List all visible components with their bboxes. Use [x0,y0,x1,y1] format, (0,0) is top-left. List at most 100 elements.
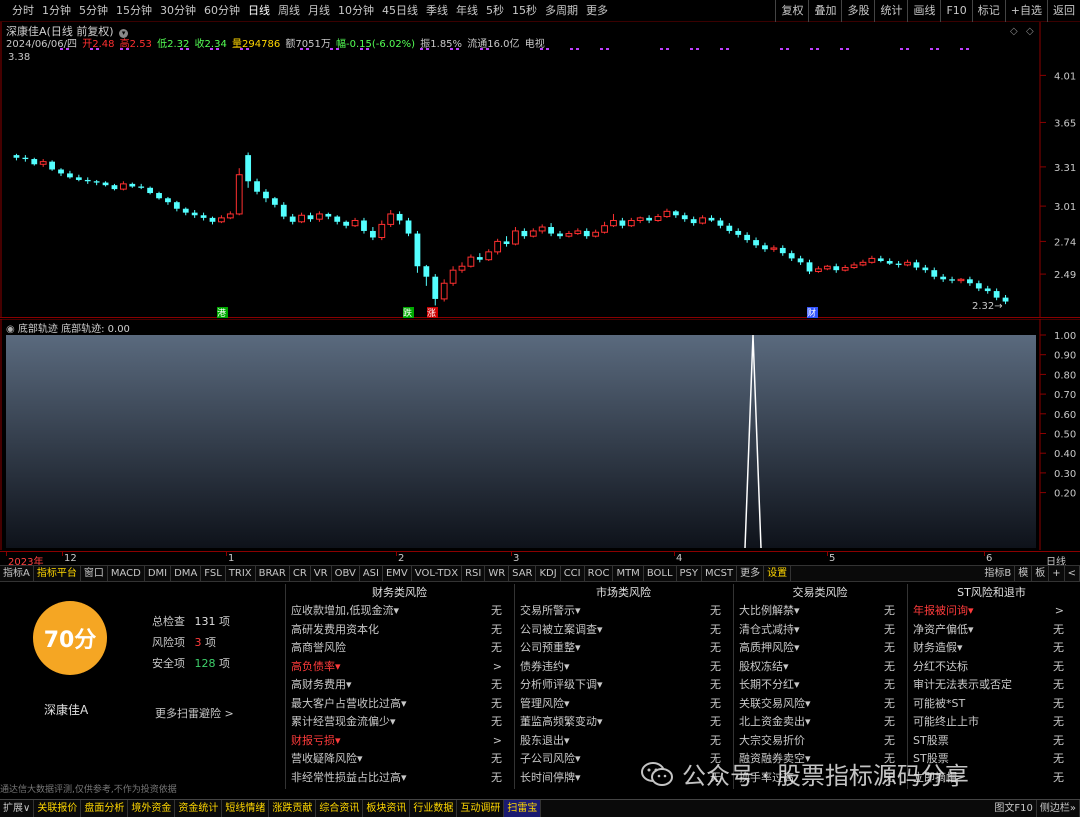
indicator-tab-18[interactable]: KDJ [536,565,561,582]
toolbar-button-8[interactable]: 返回 [1047,0,1080,22]
indicator-tab-4[interactable]: DMI [145,565,172,582]
bottom-tab-4[interactable]: 资金统计 [175,800,223,817]
indicator-tab-14[interactable]: VOL-TDX [412,565,463,582]
bottom-tab-6[interactable]: 涨跌贡献 [269,800,317,817]
risk-item[interactable]: 应收款增加,低现金流▾ 无 [287,602,512,621]
risk-item[interactable]: 财报亏损▾ > [287,732,512,751]
period-0[interactable]: 分时 [8,0,38,22]
risk-item[interactable]: 高质押风险▾ 无 [735,639,905,658]
risk-item[interactable]: 北上资金卖出▾ 无 [735,713,905,732]
indicator-tab-right-2[interactable]: 板 [1032,566,1050,582]
indicator-tab-19[interactable]: CCI [561,565,585,582]
risk-item[interactable]: 年报被问询▾ > [909,602,1074,621]
risk-item[interactable]: 非经常性损益占比过高▾ 无 [287,769,512,788]
indicator-tab-22[interactable]: BOLL [644,565,677,582]
bottom-tab-0[interactable]: 扩展∨ [0,800,35,817]
risk-item[interactable]: 可能终止上市 无 [909,713,1074,732]
risk-item[interactable]: 清仓式减持▾ 无 [735,621,905,640]
indicator-gear-icon[interactable]: ◉ [6,324,15,335]
indicator-tab-right-3[interactable]: + [1049,566,1065,582]
indicator-tab-2[interactable]: 窗口 [81,565,108,582]
period-5[interactable]: 60分钟 [200,0,244,22]
toolbar-button-0[interactable]: 复权 [775,0,808,22]
indicator-tab-1[interactable]: 指标平台 [34,565,81,582]
indicator-tab-24[interactable]: MCST [702,565,738,582]
toolbar-button-2[interactable]: 多股 [841,0,874,22]
indicator-tab-right-0[interactable]: 指标B [981,566,1016,582]
risk-item[interactable]: 高商誉风险 无 [287,639,512,658]
period-3[interactable]: 15分钟 [112,0,156,22]
period-7[interactable]: 周线 [274,0,304,22]
toolbar-button-6[interactable]: 标记 [971,0,1005,22]
risk-item[interactable]: 财务造假▾ 无 [909,639,1074,658]
indicator-tab-16[interactable]: WR [485,565,510,582]
indicator-tab-15[interactable]: RSI [462,565,486,582]
risk-item[interactable]: 高财务费用▾ 无 [287,676,512,695]
kline-chart[interactable]: 4.01 3.65 3.31 3.01 2.74 2.49 3.38 2.32→ 港 跌 涨 财 ◇ ◇ [0,22,1080,318]
indicator-tab-3[interactable]: MACD [108,565,145,582]
indicator-chart[interactable]: 1.00 0.90 0.80 0.70 0.60 0.50 0.40 0.30 0.20 [0,319,1080,550]
risk-item[interactable]: 营收疑降风险▾ 无 [287,750,512,769]
risk-item[interactable]: 股权冻结▾ 无 [735,658,905,677]
indicator-tab-20[interactable]: ROC [585,565,614,582]
indicator-tab-5[interactable]: DMA [171,565,202,582]
bottom-tab-9[interactable]: 行业数据 [410,800,458,817]
risk-item[interactable]: 公司被立案调查▾ 无 [516,621,731,640]
risk-item[interactable]: 交易所警示▾ 无 [516,602,731,621]
bottom-tab-11[interactable]: 扫雷宝 [504,800,542,817]
period-4[interactable]: 30分钟 [156,0,200,22]
indicator-tab-9[interactable]: CR [290,565,311,582]
indicator-tab-7[interactable]: TRIX [226,565,256,582]
risk-item[interactable]: 债券违约▾ 无 [516,658,731,677]
risk-item[interactable]: 最大客户占营收比过高▾ 无 [287,695,512,714]
toolbar-button-1[interactable]: 叠加 [808,0,841,22]
risk-item[interactable]: 分红不达标 无 [909,658,1074,677]
period-13[interactable]: 5秒 [482,0,508,22]
risk-item[interactable]: 长期不分红▾ 无 [735,676,905,695]
indicator-tab-25[interactable]: 更多 [737,565,765,582]
period-2[interactable]: 5分钟 [75,0,112,22]
indicator-tab-6[interactable]: FSL [201,565,226,582]
risk-item[interactable]: 可能被*ST 无 [909,695,1074,714]
risk-item[interactable]: 公司预重整▾ 无 [516,639,731,658]
risk-item[interactable]: 关联交易风险▾ 无 [735,695,905,714]
bottom-tab-3[interactable]: 境外资金 [128,800,176,817]
toolbar-button-7[interactable]: +自选 [1004,0,1047,22]
bottom-right-0[interactable]: 图文F10 [991,800,1037,817]
bottom-tab-10[interactable]: 互动调研 [457,800,505,817]
indicator-tab-right-1[interactable]: 模 [1015,566,1033,582]
bottom-tab-2[interactable]: 盘面分析 [81,800,129,817]
indicator-tab-right-4[interactable]: < [1065,566,1080,582]
period-8[interactable]: 月线 [304,0,334,22]
period-12[interactable]: 年线 [452,0,482,22]
risk-item[interactable]: 高负债率▾ > [287,658,512,677]
toolbar-button-3[interactable]: 统计 [874,0,907,22]
indicator-tab-11[interactable]: OBV [332,565,360,582]
indicator-tab-17[interactable]: SAR [509,565,537,582]
toolbar-button-5[interactable]: F10 [940,0,971,22]
indicator-tab-21[interactable]: MTM [613,565,644,582]
indicator-tab-23[interactable]: PSY [677,565,703,582]
indicator-tab-26[interactable]: 设置 [764,565,792,582]
period-1[interactable]: 1分钟 [38,0,75,22]
bottom-tab-8[interactable]: 板块资讯 [363,800,411,817]
bottom-tab-1[interactable]: 关联报价 [34,800,82,817]
indicator-tab-8[interactable]: BRAR [256,565,290,582]
period-16[interactable]: 更多 [582,0,612,22]
period-6[interactable]: 日线 [244,0,274,22]
risk-item[interactable]: 分析师评级下调▾ 无 [516,676,731,695]
indicator-tab-13[interactable]: EMV [383,565,412,582]
kline-panel[interactable]: 4.01 3.65 3.31 3.01 2.74 2.49 3.38 2.32→ 港跌涨财 ◇ ◇ … [0,22,1080,318]
bottom-tab-5[interactable]: 短线情绪 [222,800,270,817]
period-11[interactable]: 季线 [422,0,452,22]
risk-item[interactable]: 大比例解禁▾ 无 [735,602,905,621]
risk-item[interactable]: 管理风险▾ 无 [516,695,731,714]
period-15[interactable]: 多周期 [541,0,582,22]
more-risk-link[interactable]: 更多扫雷避险 > [155,705,234,721]
indicator-tab-12[interactable]: ASI [360,565,383,582]
risk-item[interactable]: 累计经营现金流偏少▾ 无 [287,713,512,732]
risk-item[interactable]: 净资产偏低▾ 无 [909,621,1074,640]
risk-item[interactable]: 股东退出▾ 无 [516,732,731,751]
indicator-tab-10[interactable]: VR [311,565,332,582]
risk-item[interactable]: 高研发费用资本化 无 [287,621,512,640]
